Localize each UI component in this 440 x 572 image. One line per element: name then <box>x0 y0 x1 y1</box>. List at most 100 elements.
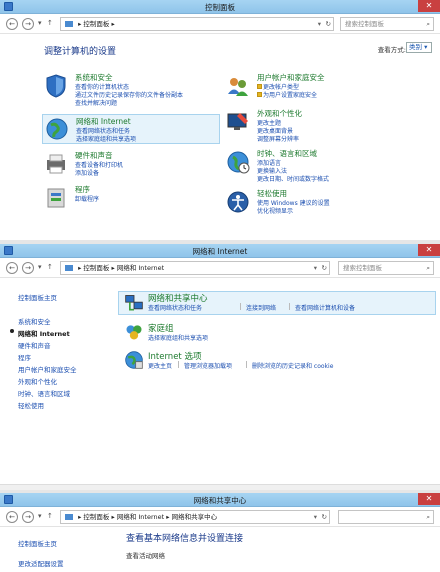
category-appearance: 外观和个性化 更改主题 更改桌面背景 调整屏幕分辨率 <box>226 108 426 144</box>
users-icon <box>228 78 248 96</box>
link-change-home-page[interactable]: 更改主页 <box>148 361 172 370</box>
back-button[interactable]: ← <box>6 18 18 30</box>
recent-pages-dropdown-icon[interactable]: ▾ <box>38 19 42 27</box>
refresh-icon[interactable]: ↻ <box>326 18 331 30</box>
category-ease-of-access: 轻松使用 使用 Windows 建议的设置 优化视频显示 <box>226 188 426 218</box>
recent-pages-dropdown-icon[interactable]: ▾ <box>38 512 42 520</box>
page-title: 查看基本网络信息并设置连接 <box>126 534 244 544</box>
display-paint-icon <box>227 113 248 130</box>
clock-globe-icon <box>227 151 250 174</box>
link-connect-network[interactable]: 连接到网络 <box>246 303 276 312</box>
breadcrumb[interactable]: ▸ 控制面板 ▸ 网络和 Internet ▾ ↻ <box>60 261 330 275</box>
sidebar-item-home[interactable]: 控制面板主页 <box>18 538 57 548</box>
sidebar-item-appearance[interactable]: 外观和个性化 <box>18 376 57 386</box>
sidebar-item-clock-language[interactable]: 时钟、语言和区域 <box>18 388 70 398</box>
sharing-folder-icon <box>65 514 73 520</box>
network-sharing-center-window: 网络和共享中心 ✕ ← → ▾ ↑ ▸ 控制面板 ▸ 网络和 Internet … <box>0 493 440 572</box>
programs-icon <box>47 188 65 208</box>
uac-shield-icon <box>257 92 262 97</box>
link-view-network-status[interactable]: 查看网络状态和任务 <box>148 303 202 312</box>
printer-icon <box>47 154 65 174</box>
sidebar-item-ease-of-access[interactable]: 轻松使用 <box>18 400 44 410</box>
link[interactable]: 查找并解决问题 <box>75 98 117 107</box>
sidebar-item-network-internet: 网络和 Internet <box>10 328 70 338</box>
category-programs: 程序 卸载程序 <box>44 184 219 210</box>
up-arrow-icon[interactable]: ↑ <box>47 263 53 271</box>
globe-network-icon <box>46 118 68 140</box>
close-button[interactable]: ✕ <box>418 0 440 12</box>
breadcrumb-control-panel[interactable]: 控制面板 <box>83 513 109 521</box>
sidebar-item-programs[interactable]: 程序 <box>18 352 31 362</box>
link[interactable]: 优化视频显示 <box>257 206 293 215</box>
breadcrumb-control-panel[interactable]: 控制面板 <box>83 264 109 272</box>
link[interactable]: 为用户设置家庭安全 <box>263 92 317 99</box>
category-hardware-sound: 硬件和声音 查看设备和打印机 添加设备 <box>44 150 219 178</box>
search-icon[interactable]: ⌕ <box>426 262 430 274</box>
sidebar-item-change-adapter[interactable]: 更改适配器设置 <box>18 558 64 568</box>
chevron-down-icon[interactable]: ▾ <box>314 511 317 523</box>
network-folder-icon <box>65 265 73 271</box>
category-user-accounts: 用户帐户和家庭安全 更改帐户类型 为用户设置家庭安全 <box>226 72 426 104</box>
address-bar: ← → ▾ ↑ ▸ 控制面板 ▸ 网络和 Internet ▸ 网络和共享中心 … <box>0 507 440 527</box>
breadcrumb[interactable]: ▸ 控制面板 ▸ 网络和 Internet ▸ 网络和共享中心 ▾ ↻ <box>60 510 330 524</box>
link[interactable]: 更改日期、时间或数字格式 <box>257 174 329 183</box>
category-clock-language: 时钟、语言和区域 添加语言 更换输入法 更改日期、时间或数字格式 <box>226 148 426 184</box>
breadcrumb-network-internet[interactable]: 网络和 Internet <box>117 513 164 521</box>
address-bar: ← → ▾ ↑ ▸ 控制面板 ▸ 网络和 Internet ▾ ↻ 搜索控制面板… <box>0 258 440 278</box>
breadcrumb-network-internet[interactable]: 网络和 Internet <box>117 264 164 272</box>
refresh-icon[interactable]: ↻ <box>322 262 327 274</box>
page-title: 调整计算机的设置 <box>44 47 117 57</box>
breadcrumb-control-panel[interactable]: 控制面板 <box>83 20 109 28</box>
title-bar: 网络和共享中心 ✕ <box>0 493 440 507</box>
link[interactable]: 卸载程序 <box>75 194 99 203</box>
forward-button[interactable]: → <box>22 262 34 274</box>
ease-of-access-icon <box>227 191 249 213</box>
search-input[interactable]: 搜索控制面板 ⌕ <box>338 261 434 275</box>
control-panel-folder-icon <box>65 21 73 27</box>
active-networks-label: 查看活动网络 <box>126 552 165 560</box>
sidebar-item-user-accounts[interactable]: 用户帐户和家庭安全 <box>18 364 77 374</box>
title-bar: 控制面板 ✕ <box>0 0 440 14</box>
close-button[interactable]: ✕ <box>418 493 440 505</box>
breadcrumb[interactable]: ▸ 控制面板 ▸ ▾ ↻ <box>60 17 334 31</box>
up-arrow-icon[interactable]: ↑ <box>47 512 53 520</box>
forward-button[interactable]: → <box>22 511 34 523</box>
homegroup-icon <box>126 325 142 340</box>
chevron-down-icon[interactable]: ▾ <box>314 262 317 274</box>
sidebar-item-hardware-sound[interactable]: 硬件和声音 <box>18 340 51 350</box>
link[interactable]: 选择家庭组和共享选项 <box>76 134 136 143</box>
link-view-network-computers[interactable]: 查看网络计算机和设备 <box>295 303 355 312</box>
link-homegroup-options[interactable]: 选择家庭组和共享选项 <box>148 333 208 342</box>
uac-shield-icon <box>257 84 262 89</box>
shield-icon <box>46 74 66 98</box>
search-icon[interactable]: ⌕ <box>426 18 430 30</box>
view-by-select[interactable]: 类别 ▾ <box>406 42 432 53</box>
link[interactable]: 调整屏幕分辨率 <box>257 134 299 143</box>
sidebar-item-system-security[interactable]: 系统和安全 <box>18 316 51 326</box>
network-sharing-icon <box>125 295 143 311</box>
current-bullet <box>10 329 14 333</box>
search-input[interactable]: ⌕ <box>338 510 434 524</box>
up-arrow-icon[interactable]: ↑ <box>47 19 53 27</box>
title-bar: 网络和 Internet ✕ <box>0 244 440 258</box>
back-button[interactable]: ← <box>6 262 18 274</box>
forward-button[interactable]: → <box>22 18 34 30</box>
sidebar-item-home[interactable]: 控制面板主页 <box>18 292 57 302</box>
window-title: 网络和共享中心 <box>193 496 247 505</box>
link-manage-addons[interactable]: 管理浏览器加载项 <box>184 361 232 370</box>
link-delete-history[interactable]: 删除浏览的历史记录和 cookie <box>252 361 333 370</box>
search-icon[interactable]: ⌕ <box>426 511 430 523</box>
recent-pages-dropdown-icon[interactable]: ▾ <box>38 263 42 271</box>
category-system-security: 系统和安全 查看你的计算机状态 通过文件历史记录保存你的文件备份副本 查找并解决… <box>44 72 219 108</box>
address-bar: ← → ▾ ↑ ▸ 控制面板 ▸ ▾ ↻ 搜索控制面板 ⌕ <box>0 14 440 34</box>
breadcrumb-sharing-center[interactable]: 网络和共享中心 <box>172 513 218 521</box>
back-button[interactable]: ← <box>6 511 18 523</box>
internet-options-icon <box>125 351 143 369</box>
link[interactable]: 添加设备 <box>75 168 99 177</box>
window-title: 网络和 Internet <box>192 247 248 256</box>
close-button[interactable]: ✕ <box>418 244 440 256</box>
network-internet-window: 网络和 Internet ✕ ← → ▾ ↑ ▸ 控制面板 ▸ 网络和 Inte… <box>0 244 440 490</box>
chevron-down-icon[interactable]: ▾ <box>318 18 321 30</box>
search-input[interactable]: 搜索控制面板 ⌕ <box>340 17 434 31</box>
refresh-icon[interactable]: ↻ <box>322 511 327 523</box>
